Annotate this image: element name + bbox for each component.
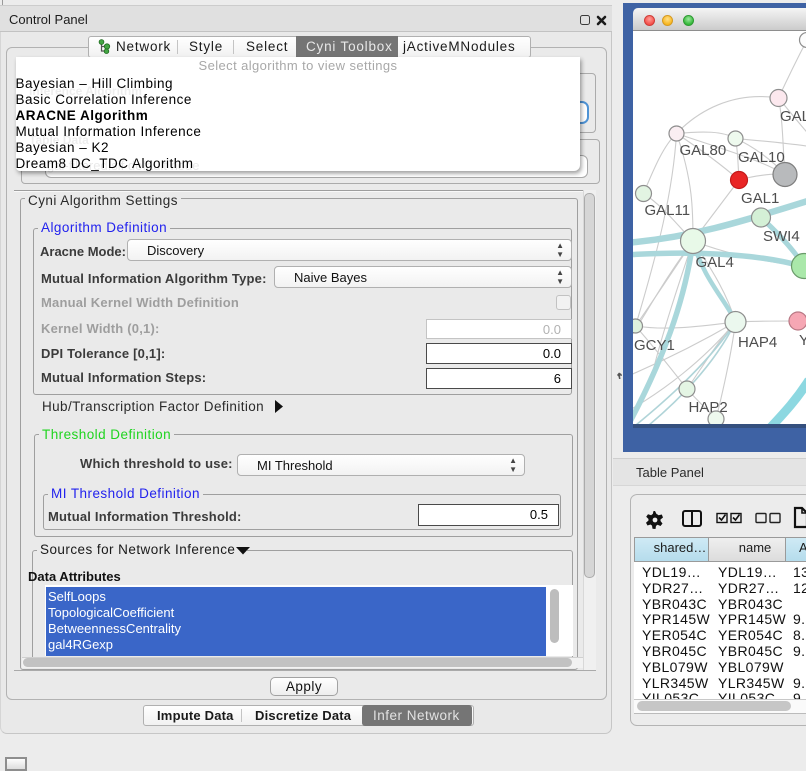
svg-text:HAP2: HAP2 (689, 399, 728, 416)
svg-text:GCY1: GCY1 (634, 337, 675, 354)
svg-text:GAL1: GAL1 (741, 190, 779, 207)
svg-text:GAL80: GAL80 (680, 142, 727, 159)
svg-text:SWI4: SWI4 (763, 228, 800, 245)
svg-text:GAL11: GAL11 (645, 202, 691, 219)
svg-text:GAL10: GAL10 (738, 149, 785, 166)
svg-text:GAL7: GAL7 (780, 108, 806, 125)
svg-text:GAL4: GAL4 (696, 254, 734, 271)
svg-text:Y: Y (799, 332, 806, 349)
svg-text:HAP4: HAP4 (738, 334, 777, 351)
